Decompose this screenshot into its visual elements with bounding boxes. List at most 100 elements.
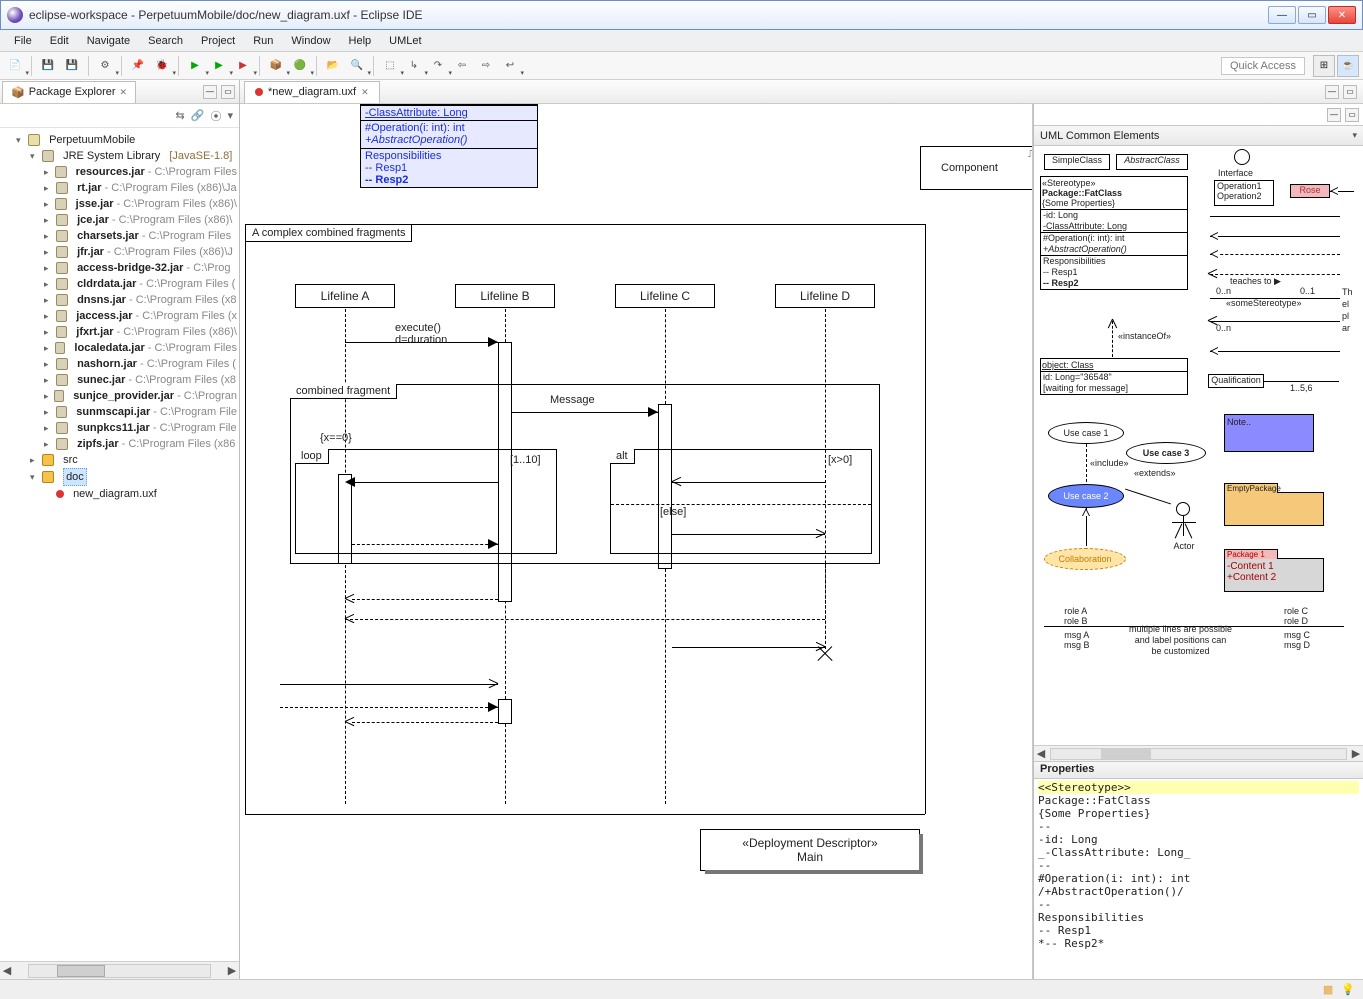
jar-item[interactable]: ▸ sunjce_provider.jar - C:\Progran [44,388,237,404]
jar-item[interactable]: ▸ dnsns.jar - C:\Program Files (x8 [44,292,237,308]
forward-button[interactable]: ⇨ [475,55,497,77]
menu-run[interactable]: Run [245,33,281,49]
pal-rose[interactable]: Rose [1290,184,1330,198]
lifeline-a[interactable]: Lifeline A [295,284,395,308]
run-button[interactable]: ▶ [184,55,206,77]
build-button[interactable]: ⚙ [94,55,116,77]
deployment-descriptor[interactable]: «Deployment Descriptor» Main [700,829,920,871]
jar-item[interactable]: ▸ cldrdata.jar - C:\Program Files ( [44,276,237,292]
src-folder[interactable]: src [63,452,78,468]
jar-item[interactable]: ▸ jsse.jar - C:\Program Files (x86)\ [44,196,237,212]
pal-simpleclass[interactable]: SimpleClass [1044,154,1110,170]
focus-icon[interactable]: ⦿ [210,108,221,124]
save-all-button[interactable]: 💾 [61,55,83,77]
java-perspective-button[interactable]: ☕ [1337,55,1359,77]
package-explorer-tab[interactable]: 📦 Package Explorer ✕ [2,81,136,103]
step-button[interactable]: ↳ [403,55,425,77]
new-package-button[interactable]: 📦 [265,55,287,77]
doc-folder[interactable]: doc [63,468,87,486]
new-class-button[interactable]: 🟢 [289,55,311,77]
jar-item[interactable]: ▸ jfr.jar - C:\Program Files (x86)\J [44,244,237,260]
pal-empty-pkg[interactable]: EmptyPackage [1224,492,1324,526]
fatclass-element[interactable]: -ClassAttribute: Long #Operation(i: int)… [360,104,538,188]
palette-body[interactable]: SimpleClass AbstractClass Interface Oper… [1034,146,1363,745]
jar-item[interactable]: ▸ jaccess.jar - C:\Program Files (x [44,308,237,324]
editor-maximize-button[interactable]: ▭ [1343,85,1357,99]
collapse-all-icon[interactable]: ⇆ [176,109,185,122]
window-maximize-button[interactable]: ▭ [1298,6,1326,24]
menu-search[interactable]: Search [140,33,191,49]
pal-note[interactable]: Note.. [1224,414,1314,452]
pal-uc3[interactable]: Use case 3 [1126,442,1206,464]
jar-item[interactable]: ▸ sunpkcs11.jar - C:\Program File [44,420,237,436]
project-name[interactable]: PerpetuumMobile [49,132,135,148]
open-type-button[interactable]: 📂 [322,55,344,77]
maximize-view-button[interactable]: ▭ [221,85,235,99]
pal-uc2[interactable]: Use case 2 [1048,484,1124,508]
palette-hscrollbar[interactable]: ◀▶ [1034,745,1363,761]
jar-item[interactable]: ▸ rt.jar - C:\Program Files (x86)\Ja [44,180,237,196]
menu-window[interactable]: Window [283,33,338,49]
doc-file[interactable]: new_diagram.uxf [73,486,157,502]
editor-tab[interactable]: *new_diagram.uxf ✕ [244,81,380,103]
window-close-button[interactable]: ✕ [1328,6,1356,24]
save-button[interactable]: 💾 [37,55,59,77]
minimize-view-button[interactable]: — [203,85,217,99]
pal-pkg1[interactable]: Package 1 -Content 1+Content 2 [1224,558,1324,592]
palette-header[interactable]: UML Common Elements ▾ [1034,126,1363,146]
jar-item[interactable]: ▸ jce.jar - C:\Program Files (x86)\ [44,212,237,228]
pal-interface-circle[interactable] [1234,149,1250,165]
project-tree[interactable]: ▾ PerpetuumMobile ▾ JRE System Library [… [0,128,239,961]
menu-file[interactable]: File [6,33,40,49]
quick-access-field[interactable]: Quick Access [1221,57,1305,75]
pal-uc1[interactable]: Use case 1 [1048,422,1124,444]
skip-button[interactable]: ↷ [427,55,449,77]
lifeline-c[interactable]: Lifeline C [615,284,715,308]
link-editor-icon[interactable]: 🔗 [191,109,205,122]
new-button[interactable]: 📄 [4,55,26,77]
pal-object[interactable]: object: Class id: Long="36548"[waiting f… [1040,358,1188,395]
diagram-canvas[interactable]: -ClassAttribute: Long #Operation(i: int)… [240,104,1033,979]
pal-interface-ops[interactable]: Operation1 Operation2 [1214,180,1274,206]
back-button[interactable]: ⇦ [451,55,473,77]
menu-edit[interactable]: Edit [42,33,77,49]
sidebar-hscrollbar[interactable]: ◀▶ [0,961,239,979]
open-perspective-button[interactable]: ⊞ [1313,55,1335,77]
pin-button[interactable]: 📌 [127,55,149,77]
toggle-button[interactable]: ⬚ [379,55,401,77]
tip-icon[interactable]: 💡 [1341,983,1355,996]
jar-item[interactable]: ▸ charsets.jar - C:\Program Files [44,228,237,244]
pal-fatclass[interactable]: «Stereotype» Package::FatClass {Some Pro… [1040,176,1188,290]
jar-item[interactable]: ▸ sunec.jar - C:\Program Files (x8 [44,372,237,388]
palette-maximize-button[interactable]: ▭ [1345,108,1359,122]
menu-umlet[interactable]: UMLet [381,33,429,49]
rss-icon[interactable]: ▩ [1323,983,1333,996]
pal-actor[interactable]: Actor [1164,502,1204,561]
close-view-icon[interactable]: ✕ [120,87,128,98]
jre-label[interactable]: JRE System Library [63,148,160,164]
jar-item[interactable]: ▸ localedata.jar - C:\Program Files [44,340,237,356]
nav-button[interactable]: ↩ [499,55,521,77]
menu-project[interactable]: Project [193,33,243,49]
window-minimize-button[interactable]: — [1268,6,1296,24]
lifeline-b[interactable]: Lifeline B [455,284,555,308]
jar-item[interactable]: ▸ zipfs.jar - C:\Program Files (x86 [44,436,237,452]
view-menu-icon[interactable]: ▾ [227,109,233,122]
menu-help[interactable]: Help [341,33,380,49]
jar-item[interactable]: ▸ nashorn.jar - C:\Program Files ( [44,356,237,372]
pal-abstractclass[interactable]: AbstractClass [1116,154,1188,170]
activation-b-return[interactable] [498,699,512,724]
editor-minimize-button[interactable]: — [1325,85,1339,99]
close-editor-icon[interactable]: ✕ [361,87,369,98]
jar-item[interactable]: ▸ sunmscapi.jar - C:\Program File [44,404,237,420]
properties-text[interactable]: <<Stereotype>>Package::FatClass{Some Pro… [1034,779,1363,979]
jar-item[interactable]: ▸ access-bridge-32.jar - C:\Prog [44,260,237,276]
pal-collab[interactable]: Collaboration [1044,548,1126,570]
pal-qualification[interactable]: Qualification [1208,374,1264,388]
jar-item[interactable]: ▸ jfxrt.jar - C:\Program Files (x86)\ [44,324,237,340]
jar-item[interactable]: ▸ resources.jar - C:\Program Files [44,164,237,180]
lifeline-d[interactable]: Lifeline D [775,284,875,308]
palette-dropdown-icon[interactable]: ▾ [1352,130,1357,141]
coverage-button[interactable]: ▶ [208,55,230,77]
palette-minimize-button[interactable]: — [1327,108,1341,122]
